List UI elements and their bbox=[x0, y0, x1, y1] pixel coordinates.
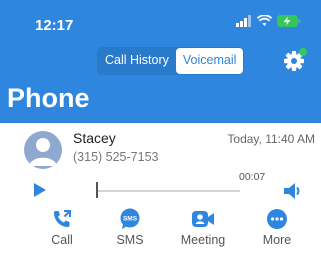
phone-icon bbox=[54, 210, 71, 227]
playback-thumb[interactable] bbox=[96, 182, 98, 198]
voicemail-item[interactable]: Stacey (315) 525-7153 Today, 11:40 AM 00… bbox=[0, 123, 321, 254]
voicemail-duration: 00:07 bbox=[239, 171, 266, 183]
sms-action-label: SMS bbox=[116, 233, 144, 247]
contact-phone: (315) 525-7153 bbox=[73, 150, 159, 164]
call-action[interactable]: Call bbox=[27, 208, 97, 247]
sms-action[interactable]: SMS SMS bbox=[95, 208, 165, 247]
meeting-action[interactable]: Meeting bbox=[168, 208, 238, 247]
voicemail-datetime: Today, 11:40 AM bbox=[227, 132, 315, 146]
avatar bbox=[24, 131, 62, 169]
battery-charging-icon bbox=[277, 15, 301, 27]
wifi-icon bbox=[257, 15, 272, 26]
sms-icon-text: SMS bbox=[123, 216, 138, 223]
play-icon[interactable] bbox=[34, 183, 46, 197]
contact-name: Stacey bbox=[73, 130, 116, 146]
sms-icon: SMS bbox=[120, 208, 140, 229]
more-action[interactable]: More bbox=[242, 208, 312, 247]
more-action-label: More bbox=[262, 233, 292, 247]
tab-call-history[interactable]: Call History bbox=[98, 48, 176, 74]
more-icon bbox=[267, 209, 287, 229]
person-icon bbox=[29, 138, 57, 166]
meeting-action-label: Meeting bbox=[180, 233, 226, 247]
settings-gear-icon[interactable] bbox=[282, 47, 308, 73]
notification-badge bbox=[299, 48, 307, 56]
playback-slider[interactable] bbox=[96, 190, 240, 192]
call-action-label: Call bbox=[51, 233, 73, 247]
history-voicemail-toggle: Call History Voicemail bbox=[97, 47, 245, 75]
signal-icon bbox=[236, 15, 251, 27]
status-icons bbox=[236, 15, 301, 27]
speaker-icon[interactable] bbox=[283, 181, 303, 201]
page-title: Phone bbox=[7, 83, 90, 113]
video-icon bbox=[192, 211, 214, 227]
status-time: 12:17 bbox=[35, 17, 74, 34]
tab-voicemail[interactable]: Voicemail bbox=[175, 48, 244, 74]
app-header: 12:17 Call History Voicemail Phone bbox=[0, 0, 321, 123]
